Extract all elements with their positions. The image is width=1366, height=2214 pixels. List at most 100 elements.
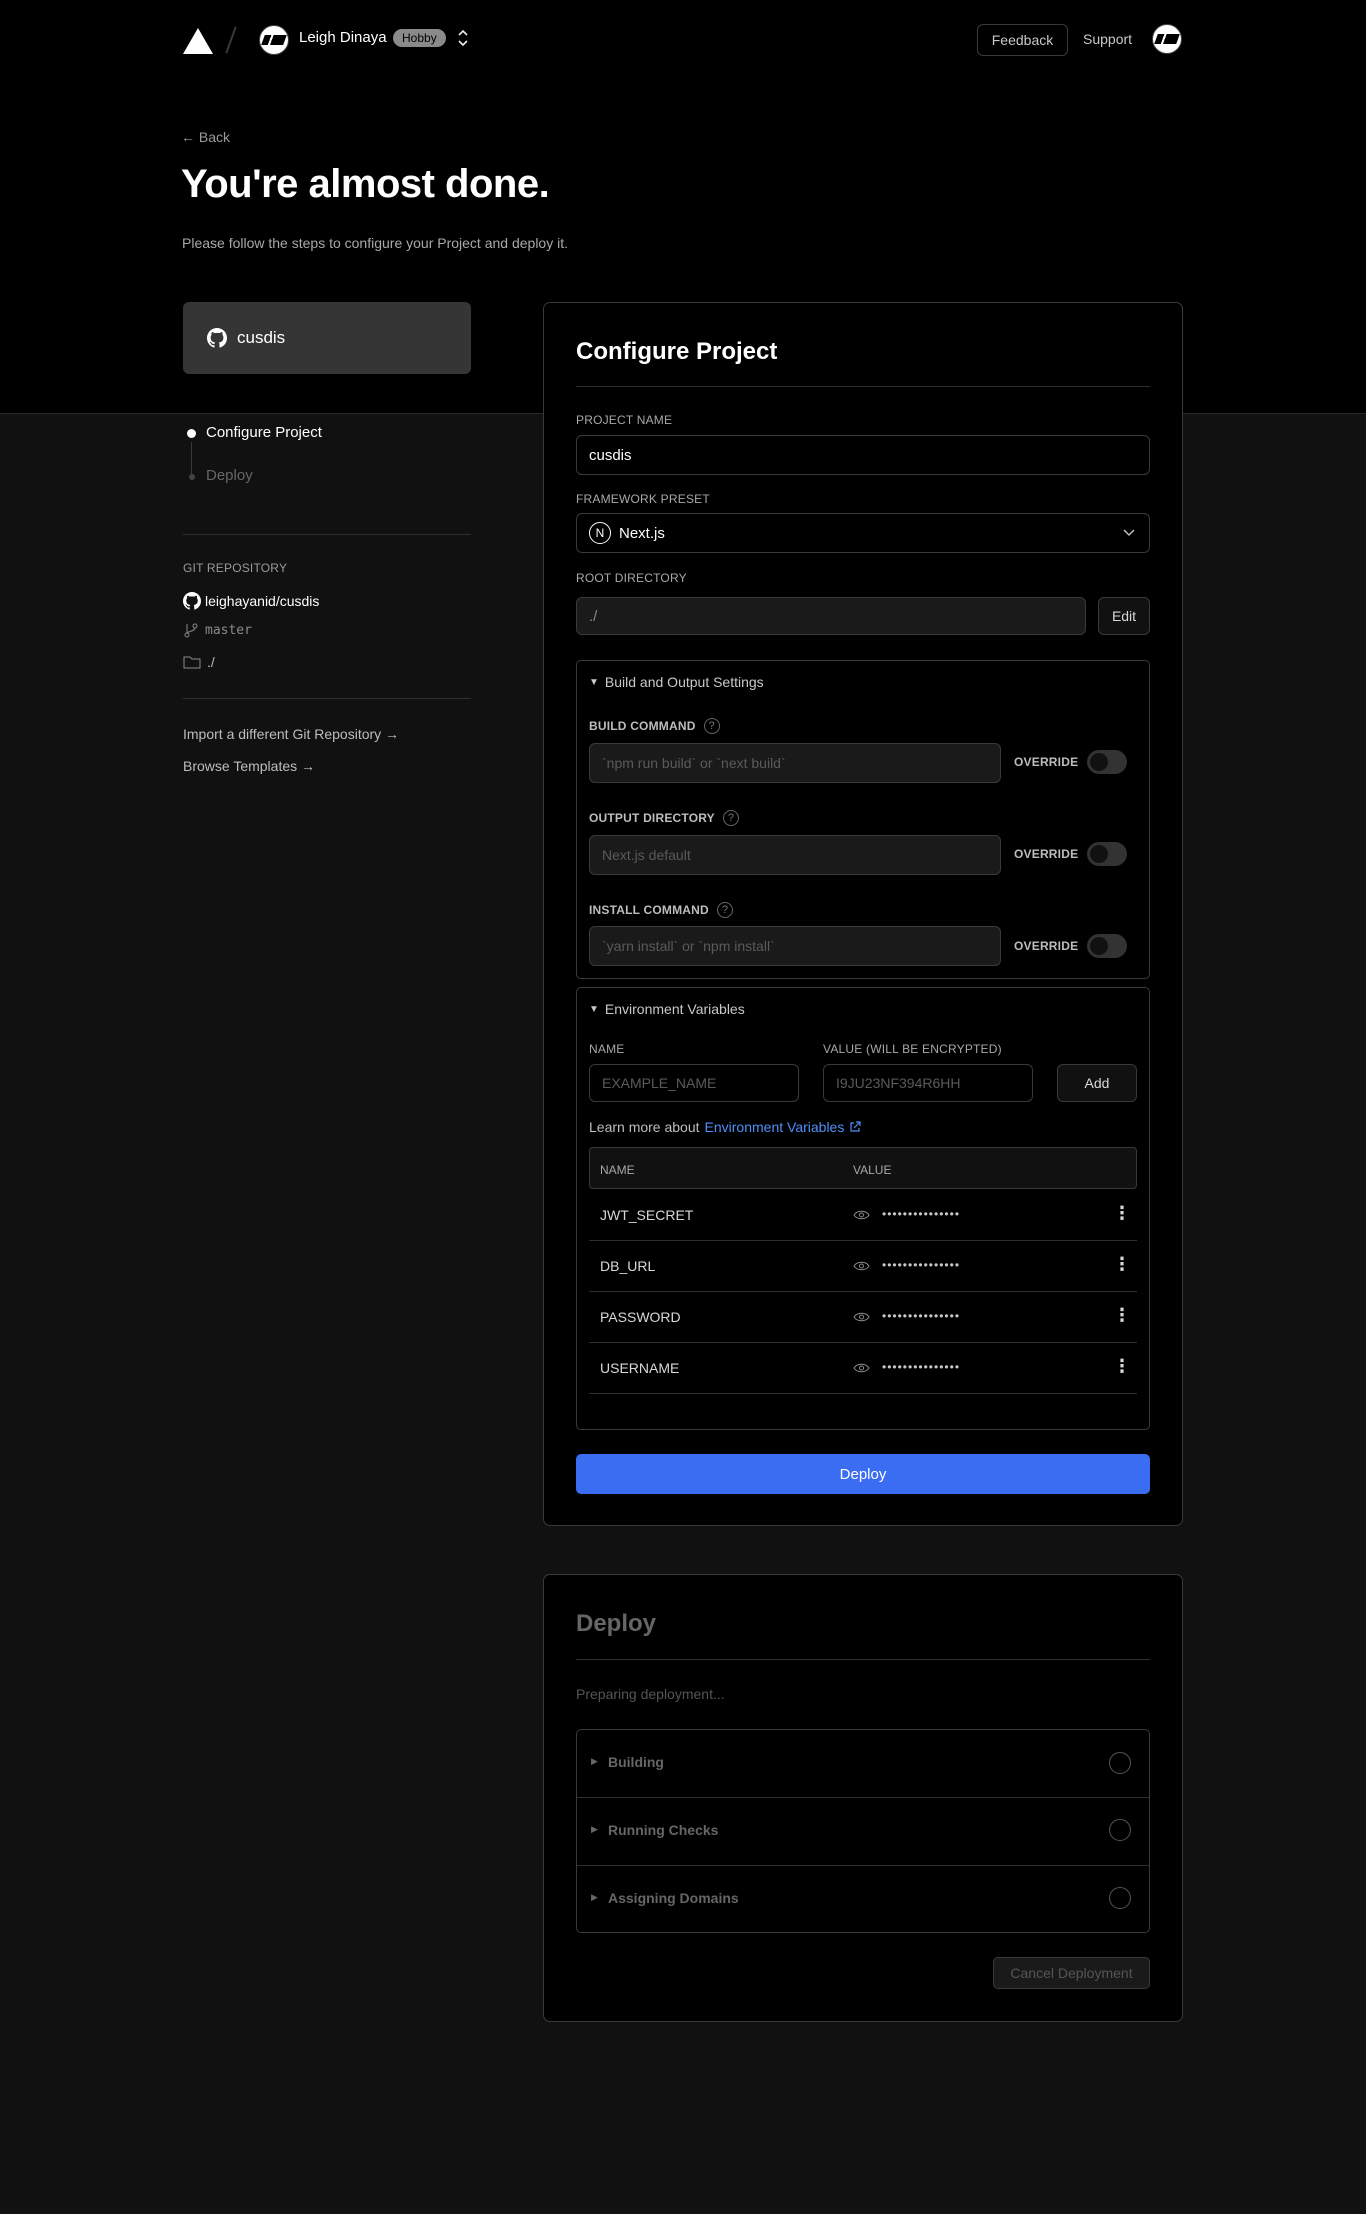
- help-icon[interactable]: ?: [722, 810, 739, 826]
- git-repository-label: GIT REPOSITORY: [183, 561, 288, 575]
- edit-root-directory-button[interactable]: Edit: [1098, 597, 1150, 635]
- env-value-label: VALUE (WILL BE ENCRYPTED): [823, 1042, 1002, 1056]
- environment-variables-link[interactable]: Environment Variables: [705, 1119, 845, 1135]
- directory-path: ./: [207, 654, 215, 670]
- more-options-icon[interactable]: ⋮: [1113, 1305, 1131, 1326]
- branch-name: master: [205, 622, 252, 638]
- output-directory-override-label: OVERRIDE: [1014, 847, 1079, 861]
- deploy-step-running-checks[interactable]: ▶ Running Checks: [577, 1797, 1149, 1865]
- eye-icon[interactable]: [853, 1260, 870, 1272]
- env-value-input[interactable]: I9JU23NF394R6HH: [823, 1064, 1033, 1102]
- output-directory-override-toggle[interactable]: [1087, 842, 1127, 866]
- team-avatar[interactable]: [259, 25, 289, 55]
- deploy-step-building[interactable]: ▶ Building: [577, 1730, 1149, 1797]
- build-output-settings-toggle[interactable]: ▼ Build and Output Settings: [589, 674, 764, 690]
- install-command-input[interactable]: `yarn install` or `npm install`: [589, 926, 1001, 966]
- pending-circle-icon: [1109, 1819, 1131, 1841]
- env-var-name: DB_URL: [600, 1258, 656, 1274]
- env-var-value-masked: •••••••••••••••: [882, 1207, 961, 1221]
- build-command-override-label: OVERRIDE: [1014, 755, 1079, 769]
- add-env-var-button[interactable]: Add: [1057, 1064, 1137, 1102]
- more-options-icon[interactable]: ⋮: [1113, 1356, 1131, 1377]
- git-repo-row[interactable]: leighayanid/cusdis: [183, 592, 319, 610]
- support-link[interactable]: Support: [1083, 31, 1132, 47]
- page-title: You're almost done.: [181, 162, 550, 206]
- env-var-row[interactable]: PASSWORD ••••••••••••••• ⋮: [589, 1291, 1137, 1342]
- more-options-icon[interactable]: ⋮: [1113, 1254, 1131, 1275]
- triangle-down-icon: ▼: [589, 1003, 599, 1015]
- feedback-button[interactable]: Feedback: [977, 24, 1068, 56]
- browse-templates-link[interactable]: Browse Templates →: [183, 758, 315, 774]
- back-link[interactable]: ← Back: [181, 129, 230, 145]
- more-options-icon[interactable]: ⋮: [1113, 1203, 1131, 1224]
- chevron-down-icon: [1123, 529, 1135, 537]
- root-directory-label: ROOT DIRECTORY: [576, 571, 687, 585]
- pending-circle-icon: [1109, 1752, 1131, 1774]
- help-icon[interactable]: ?: [703, 718, 720, 734]
- step-deploy: Deploy: [206, 467, 253, 484]
- row-divider: [589, 1393, 1137, 1394]
- directory-row: ./: [183, 654, 215, 670]
- deploy-button[interactable]: Deploy: [576, 1454, 1150, 1494]
- repo-card: cusdis: [183, 302, 471, 374]
- env-var-row[interactable]: JWT_SECRET ••••••••••••••• ⋮: [589, 1189, 1137, 1240]
- learn-more-row: Learn more about Environment Variables: [589, 1119, 861, 1135]
- repo-full-name[interactable]: leighayanid/cusdis: [205, 593, 319, 609]
- install-command-label-row: INSTALL COMMAND ?: [589, 902, 733, 918]
- folder-icon: [183, 656, 201, 669]
- chevron-up-down-icon[interactable]: [458, 29, 468, 47]
- framework-value: Next.js: [619, 524, 665, 542]
- step-configure-project: Configure Project: [206, 424, 322, 441]
- help-icon[interactable]: ?: [716, 902, 733, 918]
- env-table-header: NAME VALUE: [589, 1147, 1137, 1189]
- vercel-logo-icon[interactable]: [183, 28, 213, 54]
- env-var-row[interactable]: DB_URL ••••••••••••••• ⋮: [589, 1240, 1137, 1291]
- framework-preset-select[interactable]: N Next.js: [576, 513, 1150, 553]
- build-command-label-row: BUILD COMMAND ?: [589, 718, 720, 734]
- environment-variables-toggle[interactable]: ▼ Environment Variables: [589, 1001, 745, 1017]
- env-var-row[interactable]: USERNAME ••••••••••••••• ⋮: [589, 1342, 1137, 1393]
- divider: [576, 1659, 1150, 1660]
- install-command-override-toggle[interactable]: [1087, 934, 1127, 958]
- github-icon: [183, 592, 201, 610]
- deployment-status: Preparing deployment...: [576, 1686, 725, 1702]
- github-icon: [207, 328, 227, 348]
- env-var-value-masked: •••••••••••••••: [882, 1360, 961, 1374]
- build-command-override-toggle[interactable]: [1087, 750, 1127, 774]
- output-directory-label: OUTPUT DIRECTORY: [589, 811, 715, 825]
- build-output-settings-title: Build and Output Settings: [604, 674, 764, 690]
- triangle-right-icon: ▶: [591, 1824, 598, 1834]
- environment-variables-title: Environment Variables: [604, 1001, 745, 1017]
- env-var-value-masked: •••••••••••••••: [882, 1309, 961, 1323]
- team-name[interactable]: Leigh Dinaya: [299, 29, 387, 46]
- step-connector: [191, 442, 192, 475]
- git-branch-icon: [184, 623, 198, 638]
- triangle-right-icon: ▶: [591, 1756, 598, 1766]
- framework-preset-label: FRAMEWORK PRESET: [576, 492, 710, 506]
- project-name-input[interactable]: cusdis: [576, 435, 1150, 475]
- import-different-repo-link[interactable]: Import a different Git Repository →: [183, 726, 399, 742]
- eye-icon[interactable]: [853, 1209, 870, 1221]
- install-command-label: INSTALL COMMAND: [589, 903, 709, 917]
- env-name-label: NAME: [589, 1042, 625, 1056]
- deploy-title: Deploy: [576, 1610, 657, 1637]
- env-table-header-name: NAME: [600, 1163, 635, 1177]
- eye-icon[interactable]: [853, 1362, 870, 1374]
- plan-badge: Hobby: [393, 29, 446, 47]
- env-var-name: JWT_SECRET: [600, 1207, 694, 1223]
- eye-icon[interactable]: [853, 1311, 870, 1323]
- cancel-deployment-button[interactable]: Cancel Deployment: [993, 1957, 1150, 1989]
- page-subtitle: Please follow the steps to configure you…: [182, 235, 568, 251]
- deploy-step-name: Running Checks: [608, 1822, 719, 1838]
- user-avatar[interactable]: [1152, 24, 1182, 54]
- build-command-input[interactable]: `npm run build` or `next build`: [589, 743, 1001, 783]
- env-var-name: USERNAME: [600, 1360, 680, 1376]
- root-directory-input[interactable]: ./: [576, 597, 1086, 635]
- deploy-step-name: Assigning Domains: [608, 1890, 739, 1906]
- env-name-input[interactable]: EXAMPLE_NAME: [589, 1064, 799, 1102]
- deploy-step-assigning-domains[interactable]: ▶ Assigning Domains: [577, 1865, 1149, 1932]
- triangle-right-icon: ▶: [591, 1892, 598, 1902]
- branch-row: master: [183, 622, 252, 638]
- output-directory-input[interactable]: Next.js default: [589, 835, 1001, 875]
- arrow-left-icon: ←: [181, 129, 195, 145]
